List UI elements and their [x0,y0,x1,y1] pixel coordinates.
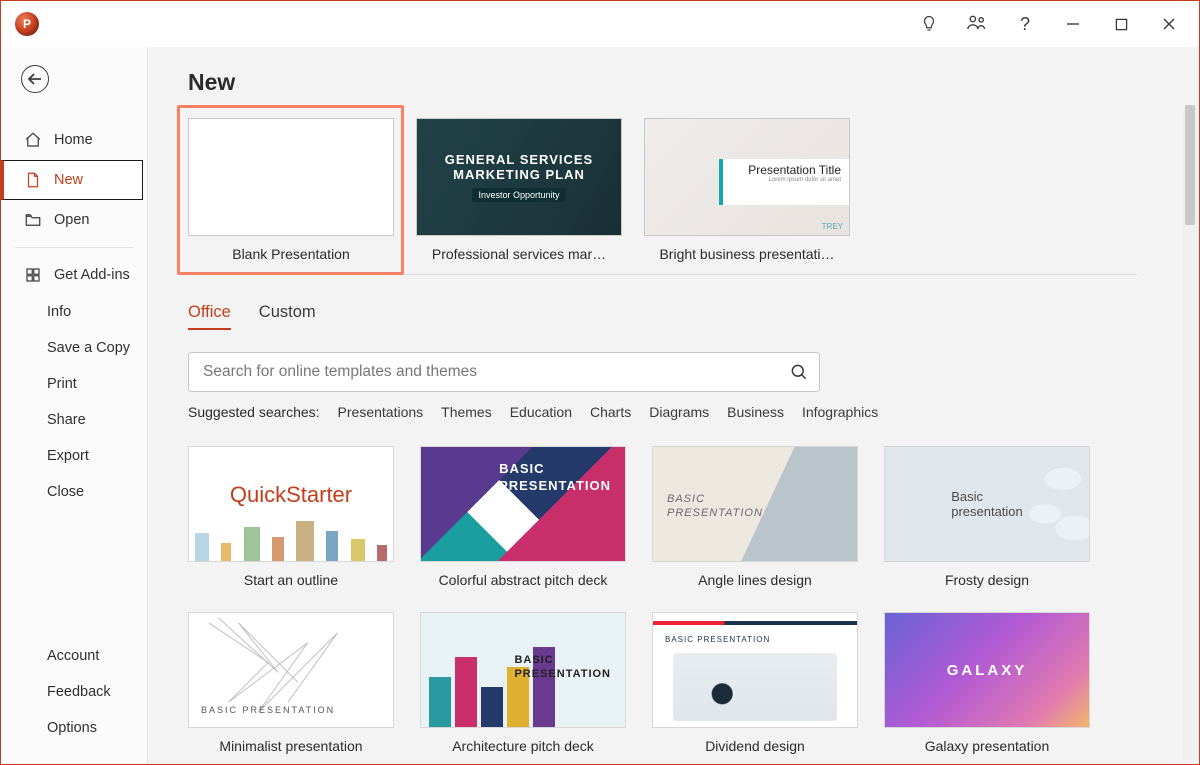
sidebar-item-new[interactable]: New [1,160,143,200]
template-label: Bright business presentati… [644,246,850,262]
template-grid: QuickStarter [188,446,1199,754]
main-content: New Blank Presentation GENERAL SERVICESM… [148,47,1199,764]
template-label: Start an outline [188,572,394,588]
home-icon [24,131,42,149]
template-blank-presentation[interactable]: Blank Presentation [188,118,394,262]
suggest-link[interactable]: Diagrams [649,404,709,420]
template-label: Blank Presentation [188,246,394,262]
sidebar-item-print[interactable]: Print [1,366,147,402]
template-thumb: Basicpresentation [884,446,1090,562]
template-label: Dividend design [652,738,858,754]
tab-office[interactable]: Office [188,303,231,330]
suggest-link[interactable]: Business [727,404,784,420]
sidebar-label: Get Add-ins [54,267,130,283]
template-dividend[interactable]: BASIC PRESENTATION Dividend design [652,612,858,754]
sidebar-item-save-copy[interactable]: Save a Copy [1,330,147,366]
sidebar-item-info[interactable]: Info [1,294,147,330]
template-thumb [188,118,394,236]
sidebar-item-account[interactable]: Account [1,638,147,674]
sidebar-item-feedback[interactable]: Feedback [1,674,147,710]
template-label: Frosty design [884,572,1090,588]
new-file-icon [24,171,42,189]
template-label: Minimalist presentation [188,738,394,754]
title-bar: P ? [1,1,1199,47]
template-thumb: BASIC PRESENTATION [652,446,858,562]
account-icon[interactable] [953,4,1001,44]
template-thumb: BASICPRESENTATION [420,612,626,728]
app-window: P ? Home [0,0,1200,765]
page-title: New [188,69,1199,96]
sidebar-label: Open [54,212,89,228]
template-thumb: QuickStarter [188,446,394,562]
sidebar-item-open[interactable]: Open [1,201,147,239]
sidebar-label: Home [54,132,93,148]
template-thumb: BASIC PRESENTATION [652,612,858,728]
open-folder-icon [24,211,42,229]
template-label: Colorful abstract pitch deck [420,572,626,588]
tab-custom[interactable]: Custom [259,303,316,330]
template-thumb: BASIC PRESENTATION [188,612,394,728]
maximize-button[interactable] [1097,4,1145,44]
template-label: Galaxy presentation [884,738,1090,754]
template-galaxy[interactable]: GALAXY Galaxy presentation [884,612,1090,754]
vertical-scrollbar[interactable] [1183,105,1197,760]
template-search[interactable] [188,352,820,392]
template-thumb: GALAXY [884,612,1090,728]
sidebar-item-addins[interactable]: Get Add-ins [1,256,147,294]
close-button[interactable] [1145,4,1193,44]
template-label: Professional services mar… [416,246,622,262]
sidebar-item-options[interactable]: Options [1,710,147,746]
suggested-searches: Suggested searches: Presentations Themes… [188,404,1199,420]
suggest-link[interactable]: Education [510,404,572,420]
template-professional-services[interactable]: GENERAL SERVICESMARKETING PLAN Investor … [416,118,622,262]
template-bright-business[interactable]: Presentation TitleLorem ipsum dolor sit … [644,118,850,262]
help-icon[interactable]: ? [1001,4,1049,44]
suggest-link[interactable]: Themes [441,404,492,420]
addins-icon [24,266,42,284]
featured-templates-row: Blank Presentation GENERAL SERVICESMARKE… [188,118,1137,275]
template-label: Architecture pitch deck [420,738,626,754]
backstage-sidebar: Home New Open Get Add-ins Info Save a Co… [1,47,148,764]
template-label: Angle lines design [652,572,858,588]
template-quickstarter[interactable]: QuickStarter [188,446,394,588]
scrollbar-thumb[interactable] [1185,105,1195,225]
sidebar-item-export[interactable]: Export [1,438,147,474]
suggest-link[interactable]: Infographics [802,404,878,420]
template-thumb: GENERAL SERVICESMARKETING PLAN Investor … [416,118,622,236]
coming-soon-icon[interactable] [905,4,953,44]
template-angle-lines[interactable]: BASIC PRESENTATION Angle lines design [652,446,858,588]
minimize-button[interactable] [1049,4,1097,44]
suggest-link[interactable]: Charts [590,404,631,420]
sidebar-item-home[interactable]: Home [1,121,147,159]
search-input[interactable] [201,362,789,382]
suggest-label: Suggested searches: [188,404,320,420]
sidebar-label: New [54,172,83,188]
app-icon: P [15,12,39,36]
sidebar-item-share[interactable]: Share [1,402,147,438]
template-thumb: Presentation TitleLorem ipsum dolor sit … [644,118,850,236]
template-source-tabs: Office Custom [188,303,1199,330]
back-button[interactable] [21,65,49,93]
template-minimalist[interactable]: BASIC PRESENTATION Minimalist presentati… [188,612,394,754]
suggest-link[interactable]: Presentations [338,404,424,420]
template-colorful-abstract[interactable]: BASICPRESENTATION Colorful abstract pitc… [420,446,626,588]
template-frosty[interactable]: Basicpresentation Frosty design [884,446,1090,588]
search-icon[interactable] [789,362,809,382]
template-thumb: BASICPRESENTATION [420,446,626,562]
template-architecture[interactable]: BASICPRESENTATION Architecture pitch dec… [420,612,626,754]
sidebar-item-close[interactable]: Close [1,474,147,510]
